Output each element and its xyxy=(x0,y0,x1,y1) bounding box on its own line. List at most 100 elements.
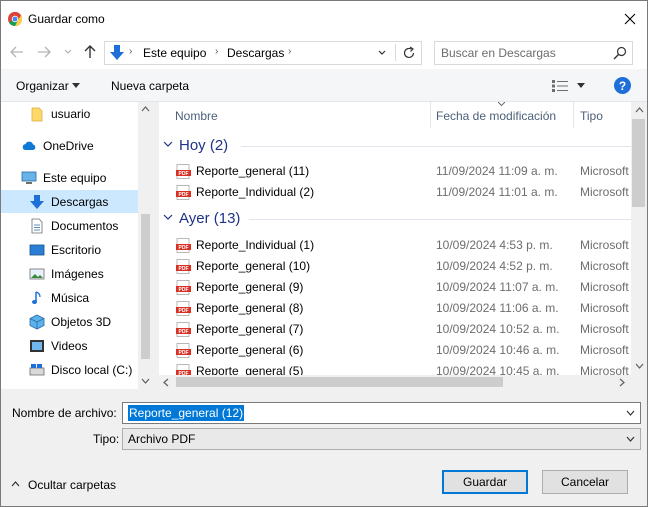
organize-button[interactable]: Organizar xyxy=(16,79,69,93)
sidebar-item-documentos[interactable]: Documentos xyxy=(1,214,138,237)
view-options-chevron-icon[interactable] xyxy=(577,83,585,88)
file-date: 10/09/2024 11:06 a. m. xyxy=(436,301,559,315)
file-type: Microsoft xyxy=(580,301,629,315)
search-icon[interactable] xyxy=(613,46,627,60)
sidebar-item-usuario[interactable]: usuario xyxy=(1,102,138,125)
save-button[interactable]: Guardar xyxy=(442,470,528,494)
group-divider xyxy=(241,146,631,147)
file-row[interactable]: PDF Reporte_Individual (1) 10/09/2024 4:… xyxy=(159,235,631,256)
file-type: Microsoft xyxy=(580,259,629,273)
view-options-icon[interactable] xyxy=(552,80,568,92)
column-header-date[interactable]: Fecha de modificación xyxy=(431,102,573,128)
filename-dropdown-chevron-icon[interactable] xyxy=(626,410,635,416)
sidebar-item-este-equipo[interactable]: Este equipo xyxy=(1,166,138,189)
scroll-down-chevron-icon[interactable] xyxy=(635,363,644,369)
download-icon xyxy=(30,195,44,209)
file-name: Reporte_general (11) xyxy=(196,164,310,178)
group-header-today[interactable]: Hoy (2) xyxy=(159,135,631,157)
file-list-vertical-scrollbar[interactable] xyxy=(631,102,647,375)
file-row[interactable]: PDF Reporte_general (7) 10/09/2024 10:52… xyxy=(159,319,631,340)
file-name: Reporte_general (9) xyxy=(196,280,304,294)
folder-icon xyxy=(31,107,43,122)
search-box[interactable]: Buscar en Descargas xyxy=(434,41,633,65)
svg-text:?: ? xyxy=(619,79,626,93)
file-row[interactable]: PDF Reporte_general (8) 10/09/2024 11:06… xyxy=(159,298,631,319)
filename-input[interactable]: Reporte_general (12) xyxy=(122,402,641,424)
collapse-chevron-icon[interactable] xyxy=(163,214,173,221)
sidebar-item-label: Este equipo xyxy=(43,171,107,185)
close-icon xyxy=(624,13,636,25)
sidebar-item-label: Escritorio xyxy=(51,243,102,257)
new-folder-button[interactable]: Nueva carpeta xyxy=(111,79,189,93)
file-list-vertical-scroll-thumb[interactable] xyxy=(632,119,645,207)
file-list-horizontal-scrollbar[interactable] xyxy=(159,375,631,389)
hide-folders-toggle[interactable]: Ocultar carpetas xyxy=(9,475,129,495)
svg-text:PDF: PDF xyxy=(179,308,189,314)
navigation-bar: › Este equipo › Descargas › Buscar en De… xyxy=(1,37,647,69)
column-header-type[interactable]: Tipo xyxy=(574,102,631,128)
refresh-icon[interactable] xyxy=(402,46,416,60)
sidebar-item-musica[interactable]: Música xyxy=(1,286,138,309)
file-name: Reporte_Individual (1) xyxy=(196,238,315,252)
close-button[interactable] xyxy=(618,7,642,31)
sidebar-item-objetos-3d[interactable]: Objetos 3D xyxy=(1,310,138,333)
file-row[interactable]: PDF Reporte_general (6) 10/09/2024 10:46… xyxy=(159,340,631,361)
file-type: Microsoft xyxy=(580,238,629,252)
address-divider xyxy=(395,44,396,61)
up-arrow-icon[interactable] xyxy=(84,45,96,59)
file-type: Microsoft xyxy=(580,364,629,375)
scroll-down-chevron-icon[interactable] xyxy=(141,378,150,384)
desktop-icon xyxy=(29,244,45,256)
sidebar-item-videos[interactable]: Videos xyxy=(1,334,138,357)
sidebar-item-descargas[interactable]: Descargas xyxy=(1,190,138,213)
file-type-dropdown-chevron-icon[interactable] xyxy=(626,436,635,442)
sidebar-item-disco-local[interactable]: Disco local (C:) xyxy=(1,358,138,381)
file-type: Microsoft xyxy=(580,164,629,178)
recent-locations-chevron-icon[interactable] xyxy=(64,49,72,55)
help-icon[interactable]: ? xyxy=(614,77,631,94)
cancel-button[interactable]: Cancelar xyxy=(542,470,628,494)
scroll-right-chevron-icon[interactable] xyxy=(619,378,625,387)
sidebar-item-onedrive[interactable]: OneDrive xyxy=(1,134,138,157)
sidebar-item-label: Descargas xyxy=(51,195,109,209)
file-row[interactable]: PDF Reporte_Individual (2) 11/09/2024 11… xyxy=(159,182,631,203)
file-row[interactable]: PDF Reporte_general (5) 10/09/2024 10:45… xyxy=(159,361,631,375)
file-row[interactable]: PDF Reporte_general (9) 10/09/2024 11:07… xyxy=(159,277,631,298)
navigation-pane-scroll-thumb[interactable] xyxy=(141,214,150,359)
column-header-name[interactable]: Nombre xyxy=(159,102,430,128)
file-list-horizontal-scroll-thumb[interactable] xyxy=(176,377,503,387)
organize-chevron-icon[interactable] xyxy=(72,83,80,88)
file-name: Reporte_general (5) xyxy=(196,364,304,375)
file-date: 11/09/2024 11:09 a. m. xyxy=(436,164,558,178)
scroll-up-chevron-icon[interactable] xyxy=(635,107,644,113)
cube-icon xyxy=(29,314,45,330)
back-arrow-icon[interactable] xyxy=(10,46,24,58)
breadcrumb-este-equipo[interactable]: Este equipo xyxy=(143,46,206,60)
navigation-pane-scrollbar[interactable] xyxy=(138,102,153,389)
breadcrumb-separator-icon: › xyxy=(129,46,133,57)
file-row[interactable]: PDF Reporte_general (10) 10/09/2024 4:52… xyxy=(159,256,631,277)
forward-arrow-icon[interactable] xyxy=(37,46,51,58)
group-header-yesterday[interactable]: Ayer (13) xyxy=(159,208,631,230)
pdf-file-icon: PDF xyxy=(176,343,191,358)
svg-text:PDF: PDF xyxy=(179,245,189,251)
sidebar-item-escritorio[interactable]: Escritorio xyxy=(1,238,138,261)
pdf-file-icon: PDF xyxy=(176,364,191,375)
drive-icon xyxy=(29,364,45,376)
breadcrumb-separator-icon: › xyxy=(288,46,292,57)
file-type-select[interactable]: Archivo PDF xyxy=(122,428,641,450)
address-dropdown-chevron-icon[interactable] xyxy=(378,50,386,56)
breadcrumb-descargas[interactable]: Descargas xyxy=(227,46,284,60)
sidebar-item-imagenes[interactable]: Imágenes xyxy=(1,262,138,285)
pdf-file-icon: PDF xyxy=(176,301,191,316)
file-row[interactable]: PDF Reporte_general (11) 11/09/2024 11:0… xyxy=(159,161,631,182)
window-title: Guardar como xyxy=(28,12,105,26)
scroll-left-chevron-icon[interactable] xyxy=(163,378,169,387)
command-bar: Organizar Nueva carpeta ? xyxy=(1,69,647,102)
collapse-chevron-icon[interactable] xyxy=(163,141,173,148)
video-icon xyxy=(30,340,44,352)
scroll-up-chevron-icon[interactable] xyxy=(141,106,150,112)
group-divider xyxy=(249,219,631,220)
file-name: Reporte_general (6) xyxy=(196,343,304,357)
address-bar[interactable]: › Este equipo › Descargas › xyxy=(104,41,422,65)
